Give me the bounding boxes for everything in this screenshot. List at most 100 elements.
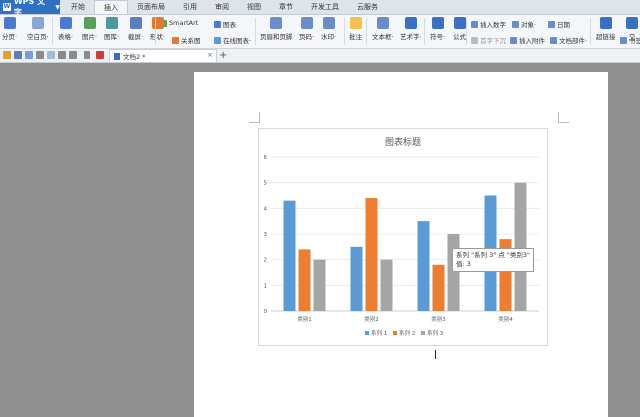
ribbon-button-icon — [31, 17, 44, 29]
ribbon-button-label: 分页· — [2, 33, 18, 41]
object-icon — [512, 20, 519, 28]
bar-2-2 — [365, 198, 378, 311]
ribbon-button-label: 交 — [628, 33, 636, 41]
document-page[interactable]: 图表标题 0 1 2 3 4 5 6 类别1 类别2 类别3 类别4 系列 1 系列 2 系列 3 系列 "… — [194, 72, 608, 417]
tab-7[interactable]: 开发工具 — [302, 0, 348, 14]
ribbon-button-4[interactable]: 图库· — [104, 17, 119, 41]
ribbon-button-label: 页眉和页脚 — [260, 33, 293, 41]
tab-4[interactable]: 审阅 — [206, 0, 238, 14]
first-drop-button[interactable]: 首字下沉 — [471, 35, 506, 45]
ribbon-button-16[interactable]: 交 — [626, 17, 638, 41]
format-painter-icon[interactable] — [47, 51, 55, 59]
watermark-text: 悟空问答 — [532, 387, 588, 403]
ribbon-button-label: 批注 — [349, 33, 362, 41]
ribbon-button-0[interactable]: 分页· — [2, 17, 17, 41]
relation-diagram-button[interactable]: 关系图 — [172, 35, 201, 45]
tab-3[interactable]: 引用 — [174, 0, 206, 14]
bar-1-3 — [417, 221, 430, 311]
relation-label: 关系图 — [181, 37, 201, 45]
ribbon-separator — [590, 18, 591, 45]
tab-5[interactable]: 视图 — [238, 0, 270, 14]
ribbon-button-9[interactable]: 水印· — [321, 17, 336, 41]
ribbon-button-icon — [105, 17, 118, 29]
bar-3-2 — [380, 259, 393, 311]
y-tick-label: 5 — [264, 181, 268, 187]
legend-swatch — [393, 331, 397, 335]
ribbon-button-label: 超链接 — [596, 33, 616, 41]
legend-label: 系列 2 — [399, 329, 415, 337]
ribbon-button-icon — [151, 17, 164, 29]
document-tab[interactable]: 文档2 * × — [109, 49, 217, 62]
doc-parts-button[interactable]: 文档部件· — [550, 35, 587, 45]
ribbon-button-5[interactable]: 截屏· — [128, 17, 143, 41]
attachment-icon — [510, 36, 517, 44]
ribbon-button-icon — [3, 17, 16, 29]
chart-svg[interactable]: 图表标题 0 1 2 3 4 5 6 类别1 类别2 类别3 类别4 系列 1 系列 2 系列 3 — [259, 129, 547, 345]
tab-0[interactable]: 开始 — [62, 0, 94, 14]
ribbon-button-1[interactable]: 空白页· — [27, 17, 49, 41]
online-chart-button[interactable]: 在线图表· — [214, 35, 251, 45]
ribbon-button-6[interactable]: 形状· — [150, 17, 165, 41]
date-label: 日期 — [557, 21, 570, 29]
bar-2-1 — [298, 249, 311, 311]
insert-number-button[interactable]: 插入数字 — [471, 19, 506, 29]
document-tab-title: 文档2 * — [123, 53, 146, 61]
drop-cap-icon — [471, 36, 478, 44]
open-icon[interactable] — [3, 51, 11, 59]
relation-icon — [172, 36, 179, 44]
tab-2[interactable]: 页面布局 — [128, 0, 174, 14]
ribbon-button-11[interactable]: 文本框· — [372, 17, 394, 41]
object-label: 对象· — [521, 21, 537, 29]
chart-button[interactable]: 图表 — [214, 19, 236, 29]
ribbon-button-13[interactable]: 符号· — [430, 17, 445, 41]
ribbon-button-10[interactable]: 批注 — [349, 17, 362, 41]
ribbon-button-15[interactable]: 超链接 — [596, 17, 616, 41]
y-tick-label: 0 — [264, 309, 268, 315]
ribbon-button-icon — [83, 17, 96, 29]
tab-6[interactable]: 章节 — [270, 0, 302, 14]
ribbon-button-label: 公式 — [453, 33, 466, 41]
ribbon-button-14[interactable]: 公式 — [453, 17, 466, 41]
watermark-logo-icon: ✦ — [512, 386, 528, 402]
undo-icon[interactable] — [58, 51, 66, 59]
bar-1-1 — [283, 200, 296, 311]
save-icon[interactable] — [14, 51, 22, 59]
ribbon-button-icon — [322, 17, 335, 29]
close-icon[interactable]: × — [207, 51, 213, 59]
smartart-button[interactable]: SmartArt — [160, 19, 198, 27]
tab-1[interactable]: 插入 — [94, 0, 128, 14]
ribbon-button-7[interactable]: 页眉和页脚 — [260, 17, 293, 41]
online-chart-icon — [214, 36, 221, 44]
ribbon-separator — [366, 18, 367, 45]
ribbon-button-icon — [59, 17, 72, 29]
ribbon-button-label: 截屏· — [128, 33, 144, 41]
insert-attachment-button[interactable]: 插入附件 — [510, 35, 545, 45]
chart-frame[interactable]: 图表标题 0 1 2 3 4 5 6 类别1 类别2 类别3 类别4 系列 1 系列 2 系列 3 — [258, 128, 548, 346]
chevron-down-icon[interactable] — [84, 51, 90, 59]
ribbon-button-12[interactable]: 艺术字· — [400, 17, 422, 41]
ribbon-button-label: 图库· — [104, 33, 120, 41]
bar-3-3 — [447, 234, 460, 311]
object-button[interactable]: 对象· — [512, 19, 536, 29]
new-tab-button[interactable]: + — [219, 49, 227, 62]
ribbon-separator — [466, 18, 467, 45]
x-tick-label: 类别2 — [364, 315, 379, 323]
chart-title: 图表标题 — [385, 136, 421, 148]
date-button[interactable]: 日期 — [548, 19, 570, 29]
redo-icon[interactable] — [69, 51, 77, 59]
ribbon-separator — [344, 18, 345, 45]
legend-swatch — [421, 331, 425, 335]
ribbon-button-icon — [300, 17, 313, 29]
ribbon-button-8[interactable]: 页码· — [299, 17, 314, 41]
ribbon-button-2[interactable]: 表格· — [58, 17, 73, 41]
ribbon-button-label: 文本框· — [372, 33, 394, 41]
smartart-label: SmartArt — [169, 19, 199, 27]
bar-1-2 — [350, 246, 363, 311]
print-icon[interactable] — [25, 51, 33, 59]
print-preview-icon[interactable] — [36, 51, 44, 59]
ribbon-button-3[interactable]: 图片· — [82, 17, 97, 41]
ribbon-button-label: 水印· — [321, 33, 337, 41]
bar-3-4 — [514, 182, 527, 311]
wps-app-menu[interactable]: W WPS 文字 ▼ — [0, 0, 60, 17]
tab-8[interactable]: 云服务 — [348, 0, 387, 14]
